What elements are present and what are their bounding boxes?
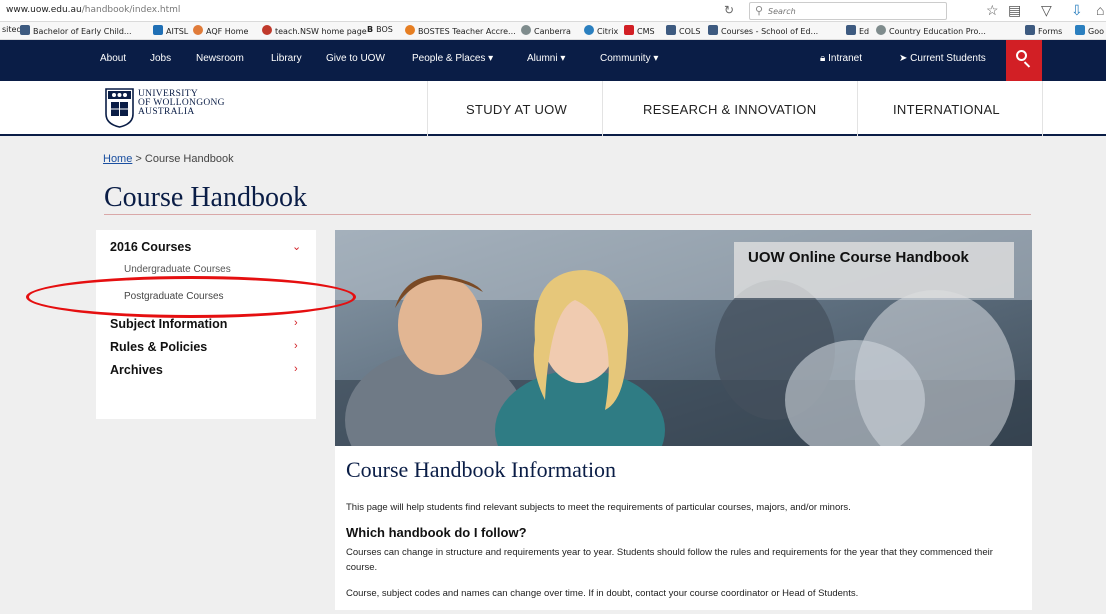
sidebar-item-2016-courses[interactable]: 2016 Courses [110, 240, 191, 254]
overflow-icon[interactable]: ⌂ [1096, 2, 1104, 18]
page-icon [708, 25, 718, 35]
nav-international[interactable]: INTERNATIONAL [893, 102, 1000, 117]
info-subheading: Which handbook do I follow? [346, 525, 527, 540]
breadcrumb-home-link[interactable]: Home [103, 153, 132, 165]
page-icon [846, 25, 856, 35]
sidebar-item-subject-information[interactable]: Subject Information [110, 317, 227, 331]
breadcrumb-separator: > [135, 153, 142, 165]
bookmark-item[interactable]: Courses - School of Ed... [708, 25, 818, 36]
chevron-right-icon[interactable]: › [294, 317, 298, 329]
page-icon [262, 25, 272, 35]
bookmark-item[interactable]: AITSL [153, 25, 188, 36]
paper-plane-icon: ➤ [899, 53, 911, 64]
page-icon [521, 25, 531, 35]
sidebar-item-undergraduate[interactable]: Undergraduate Courses [124, 264, 231, 275]
pocket-icon[interactable]: ▽ [1041, 2, 1052, 19]
breadcrumb-current: Course Handbook [144, 153, 234, 165]
url-path: /handbook/index.html [81, 5, 181, 15]
bookmark-item[interactable]: AQF Home [193, 25, 248, 36]
nav-library[interactable]: Library [271, 53, 302, 64]
utility-nav: About Jobs Newsroom Library Give to UOW … [0, 40, 1106, 81]
page-icon [876, 25, 886, 35]
url-domain: www.uow.edu.au [6, 5, 82, 15]
bookmark-item[interactable]: Canberra [521, 25, 571, 36]
university-logo-text[interactable]: UNIVERSITY OF WOLLONGONG AUSTRALIA [138, 89, 225, 117]
page-icon [20, 25, 30, 35]
bookmark-item[interactable]: teach.NSW home page [262, 25, 367, 36]
page-icon [405, 25, 415, 35]
bookmark-item[interactable]: B BOS [367, 25, 393, 34]
browser-toolbar: www.uow.edu.au/handbook/index.html ↻ ⚲ ☆… [0, 0, 1106, 22]
browser-search-input[interactable] [768, 5, 938, 17]
annotation-ellipse [26, 276, 356, 318]
bookmark-item[interactable]: BOSTES Teacher Accre... [405, 25, 516, 36]
bookmark-item[interactable]: sited [2, 25, 22, 34]
reload-icon[interactable]: ↻ [724, 3, 734, 17]
search-icon [1016, 50, 1027, 61]
breadcrumb: Home > Course Handbook [103, 153, 234, 165]
bookmark-item[interactable]: Ed [846, 25, 869, 36]
download-icon[interactable]: ⇩ [1071, 2, 1083, 19]
page-icon [153, 25, 163, 35]
page-title: Course Handbook [104, 182, 307, 213]
bookmark-item[interactable]: COLS [666, 25, 700, 36]
sidebar-item-rules-policies[interactable]: Rules & Policies [110, 340, 207, 354]
page-icon [666, 25, 676, 35]
info-paragraph-2: Course, subject codes and names can chan… [346, 588, 859, 599]
hero-caption: UOW Online Course Handbook [734, 242, 1014, 298]
browser-search-box[interactable]: ⚲ [749, 2, 947, 20]
nav-alumni[interactable]: Alumni ▾ [527, 53, 565, 64]
nav-people-places[interactable]: People & Places ▾ [412, 53, 493, 64]
bookmarks-bar: sited Bachelor of Early Child... AITSL A… [0, 22, 1106, 40]
info-title: Course Handbook Information [346, 457, 617, 482]
search-icon: ⚲ [755, 5, 764, 17]
info-intro-text: This page will help students find releva… [346, 502, 851, 513]
bookmark-item[interactable]: Country Education Pro... [876, 25, 986, 36]
reading-list-icon[interactable]: ▤ [1008, 2, 1021, 19]
site-search-button[interactable] [1006, 40, 1042, 81]
bookmark-item[interactable]: Goo [1075, 25, 1104, 36]
uow-crest-icon[interactable] [105, 88, 134, 128]
bookmark-item[interactable]: Citrix [584, 25, 618, 36]
title-divider [104, 214, 1031, 215]
sidebar-item-archives[interactable]: Archives [110, 363, 163, 377]
bookmark-star-icon[interactable]: ☆ [986, 2, 999, 19]
info-paragraph: Courses can change in structure and requ… [346, 547, 993, 573]
nav-study-at-uow[interactable]: STUDY AT UOW [466, 102, 567, 117]
nav-current-students[interactable]: ➤ Current Students [899, 53, 986, 64]
chevron-down-icon[interactable]: ⌄ [292, 240, 301, 253]
page-icon [1025, 25, 1035, 35]
page-icon [1075, 25, 1085, 35]
nav-jobs[interactable]: Jobs [150, 53, 171, 64]
nav-research-innovation[interactable]: RESEARCH & INNOVATION [643, 102, 816, 117]
bookmark-item[interactable]: CMS [624, 25, 655, 36]
address-bar[interactable]: www.uow.edu.au/handbook/index.html [6, 5, 180, 15]
page-icon [624, 25, 634, 35]
chevron-right-icon[interactable]: › [294, 363, 298, 375]
chevron-right-icon[interactable]: › [294, 340, 298, 352]
nav-give[interactable]: Give to UOW [326, 53, 385, 64]
lock-icon: 🔒︎ [820, 53, 829, 64]
page-icon [584, 25, 594, 35]
nav-about[interactable]: About [100, 53, 126, 64]
bookmark-item[interactable]: Bachelor of Early Child... [20, 25, 132, 36]
page-icon [193, 25, 203, 35]
nav-intranet[interactable]: 🔒︎ Intranet [820, 53, 862, 64]
nav-newsroom[interactable]: Newsroom [196, 53, 244, 64]
bookmark-item[interactable]: Forms [1025, 25, 1062, 36]
nav-community[interactable]: Community ▾ [600, 53, 658, 64]
